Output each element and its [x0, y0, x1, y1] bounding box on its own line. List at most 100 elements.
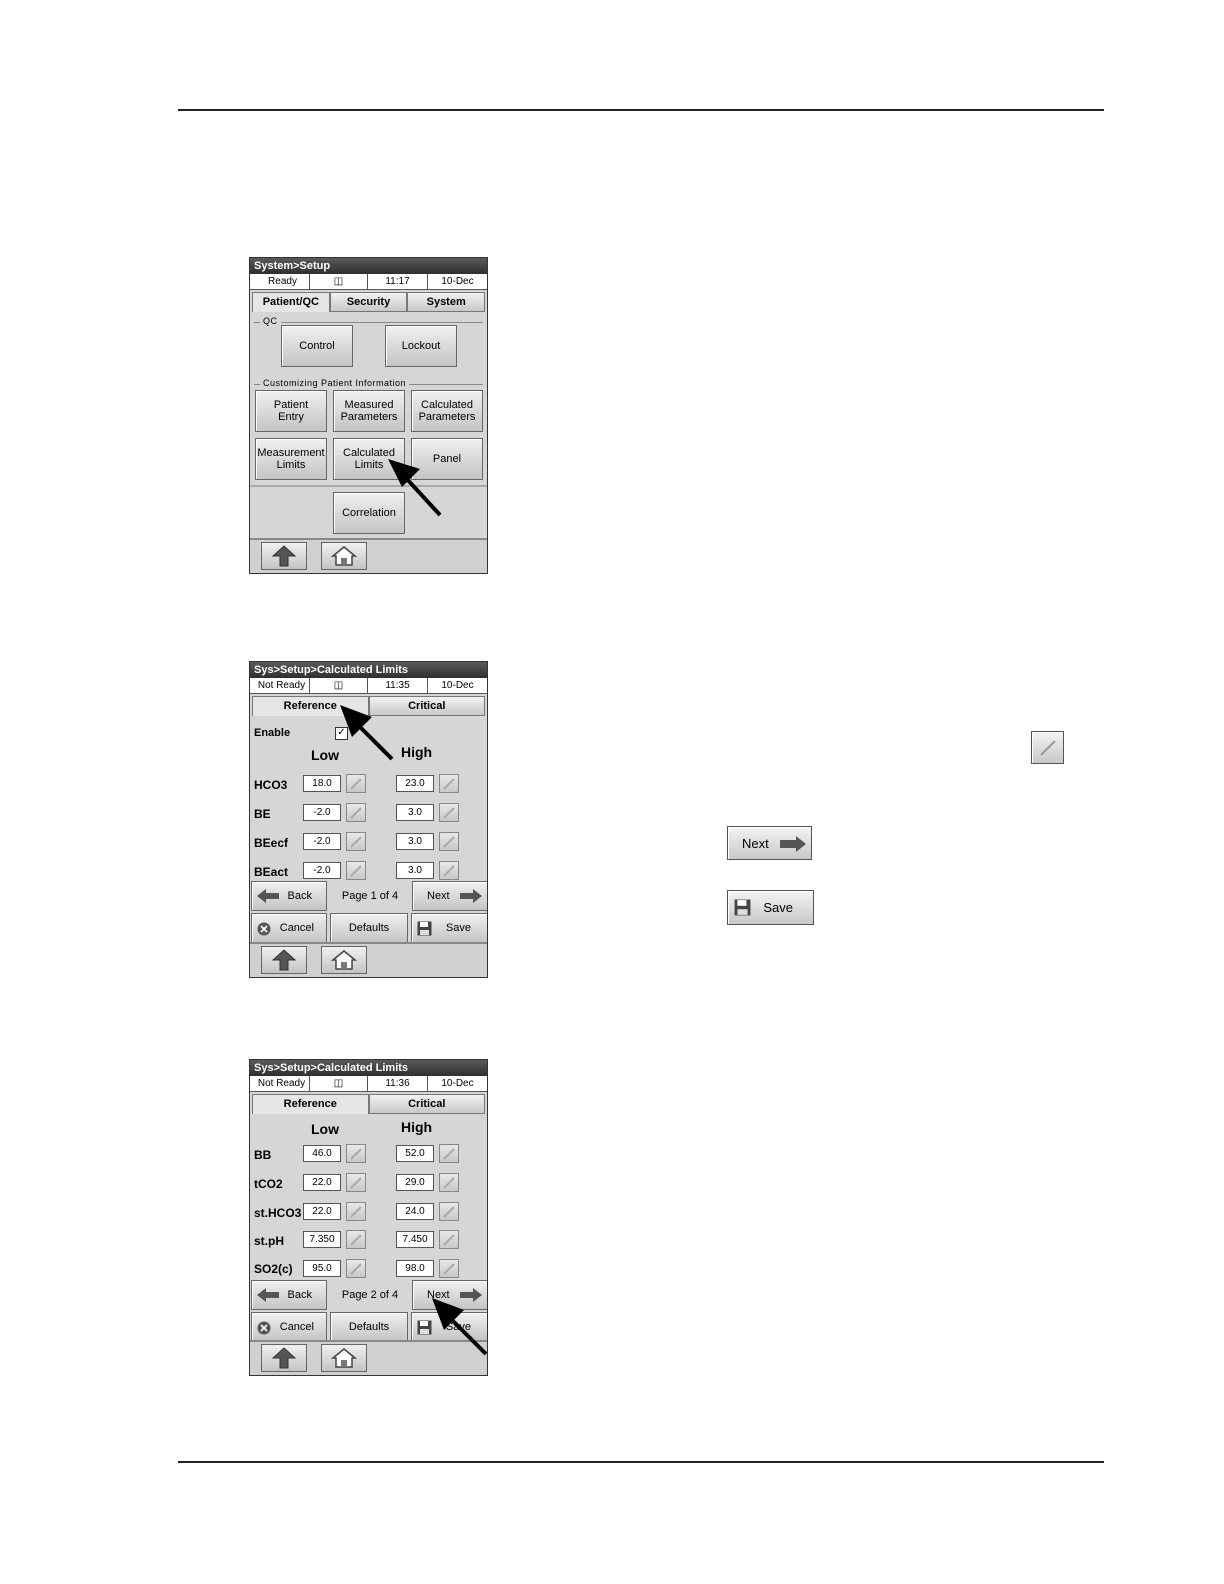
high-value[interactable]: 7.450 — [396, 1231, 434, 1248]
patient-group-label: Customizing Patient Information — [260, 378, 410, 388]
home-button[interactable] — [321, 542, 367, 570]
edit-low-button[interactable] — [346, 803, 366, 822]
cancel-label: Cancel — [279, 1321, 314, 1333]
back-button[interactable]: Back — [251, 1280, 327, 1310]
high-value[interactable]: 29.0 — [396, 1174, 434, 1191]
measured-parameters-button[interactable]: Measured Parameters — [333, 390, 405, 432]
edit-low-button[interactable] — [346, 1259, 366, 1278]
edit-high-button[interactable] — [439, 1173, 459, 1192]
low-value[interactable]: 18.0 — [303, 775, 341, 792]
low-value[interactable]: -2.0 — [303, 804, 341, 821]
low-value[interactable]: 22.0 — [303, 1203, 341, 1220]
printer-icon: ◫ — [310, 274, 368, 289]
low-value[interactable]: -2.0 — [303, 862, 341, 879]
printer-icon: ◫ — [310, 1076, 368, 1091]
next-sample-label: Next — [742, 835, 769, 851]
edit-high-button[interactable] — [439, 1202, 459, 1221]
tab-reference[interactable]: Reference — [252, 696, 369, 716]
low-value[interactable]: 7.350 — [303, 1231, 341, 1248]
save-button[interactable]: Save — [411, 1312, 487, 1342]
low-value[interactable]: -2.0 — [303, 833, 341, 850]
high-value[interactable]: 24.0 — [396, 1203, 434, 1220]
up-button[interactable] — [261, 946, 307, 974]
defaults-button[interactable]: Defaults — [330, 1312, 408, 1342]
low-column-header: Low — [311, 1121, 339, 1137]
low-value[interactable]: 22.0 — [303, 1174, 341, 1191]
next-button[interactable]: Next — [412, 1280, 487, 1310]
qc-group: QC — [254, 316, 483, 326]
cancel-icon — [257, 1321, 271, 1335]
patient-group: Customizing Patient Information — [254, 378, 483, 388]
edit-high-button[interactable] — [439, 861, 459, 880]
tab-reference[interactable]: Reference — [252, 1094, 369, 1114]
measurement-limits-button[interactable]: Measurement Limits — [255, 438, 327, 480]
edit-low-button[interactable] — [346, 832, 366, 851]
edit-high-button[interactable] — [439, 1144, 459, 1163]
row-label: tCO2 — [254, 1177, 283, 1191]
calculated-parameters-button[interactable]: Calculated Parameters — [411, 390, 483, 432]
back-button[interactable]: Back — [251, 881, 327, 911]
top-rule — [178, 109, 1104, 111]
up-arrow-icon — [272, 545, 296, 567]
pencil-icon — [443, 836, 455, 848]
edit-low-button[interactable] — [346, 1230, 366, 1249]
status-bar: Ready ◫ 11:17 10-Dec — [250, 274, 487, 290]
back-label: Back — [287, 890, 312, 902]
back-label: Back — [287, 1289, 312, 1301]
edit-high-button[interactable] — [439, 1259, 459, 1278]
tab-critical[interactable]: Critical — [368, 696, 485, 716]
up-button[interactable] — [261, 542, 307, 570]
left-arrow-icon — [257, 1288, 279, 1302]
tab-critical[interactable]: Critical — [368, 1094, 485, 1114]
edit-high-button[interactable] — [439, 774, 459, 793]
up-button[interactable] — [261, 1344, 307, 1372]
edit-low-button[interactable] — [346, 861, 366, 880]
left-arrow-icon — [257, 889, 279, 903]
high-value[interactable]: 98.0 — [396, 1260, 434, 1277]
divider — [250, 485, 487, 487]
edit-high-button[interactable] — [439, 803, 459, 822]
page-indicator: Page 2 of 4 — [341, 1289, 399, 1301]
calculated-limits-button[interactable]: Calculated Limits — [333, 438, 405, 480]
tab-patient-qc[interactable]: Patient/QC — [252, 292, 330, 312]
edit-low-button[interactable] — [346, 1173, 366, 1192]
lockout-button[interactable]: Lockout — [385, 325, 457, 367]
home-button[interactable] — [321, 946, 367, 974]
enable-checkbox[interactable]: ✓ — [335, 727, 348, 740]
save-button[interactable]: Save — [411, 913, 487, 943]
correlation-button[interactable]: Correlation — [333, 492, 405, 534]
cancel-button[interactable]: Cancel — [251, 1312, 327, 1342]
status-bar: Not Ready ◫ 11:36 10-Dec — [250, 1076, 487, 1092]
edit-low-button[interactable] — [346, 774, 366, 793]
high-value[interactable]: 52.0 — [396, 1145, 434, 1162]
low-value[interactable]: 95.0 — [303, 1260, 341, 1277]
high-value[interactable]: 3.0 — [396, 833, 434, 850]
home-button[interactable] — [321, 1344, 367, 1372]
high-value[interactable]: 3.0 — [396, 862, 434, 879]
control-button[interactable]: Control — [281, 325, 353, 367]
tab-system[interactable]: System — [407, 292, 486, 312]
row-label: BEecf — [254, 836, 289, 850]
edit-low-button[interactable] — [346, 1202, 366, 1221]
tab-security[interactable]: Security — [329, 292, 408, 312]
next-button[interactable]: Next — [412, 881, 487, 911]
high-value[interactable]: 23.0 — [396, 775, 434, 792]
status-date: 10-Dec — [441, 276, 474, 287]
edit-high-button[interactable] — [439, 1230, 459, 1249]
calculated-limits-screen-page2: Sys>Setup>Calculated Limits Not Ready ◫ … — [249, 1059, 488, 1376]
status-date: 10-Dec — [441, 1078, 474, 1089]
right-arrow-icon — [460, 889, 482, 903]
patient-entry-button[interactable]: Patient Entry — [255, 390, 327, 432]
pencil-icon — [350, 836, 362, 848]
edit-low-button[interactable] — [346, 1144, 366, 1163]
tab-bar: Reference Critical — [252, 1094, 485, 1114]
edit-high-button[interactable] — [439, 832, 459, 851]
panel-button[interactable]: Panel — [411, 438, 483, 480]
high-value[interactable]: 3.0 — [396, 804, 434, 821]
defaults-button[interactable]: Defaults — [330, 913, 408, 943]
pencil-icon — [350, 1177, 362, 1189]
low-value[interactable]: 46.0 — [303, 1145, 341, 1162]
home-icon — [331, 1348, 357, 1368]
cancel-button[interactable]: Cancel — [251, 913, 327, 943]
page-indicator: Page 1 of 4 — [341, 890, 399, 902]
